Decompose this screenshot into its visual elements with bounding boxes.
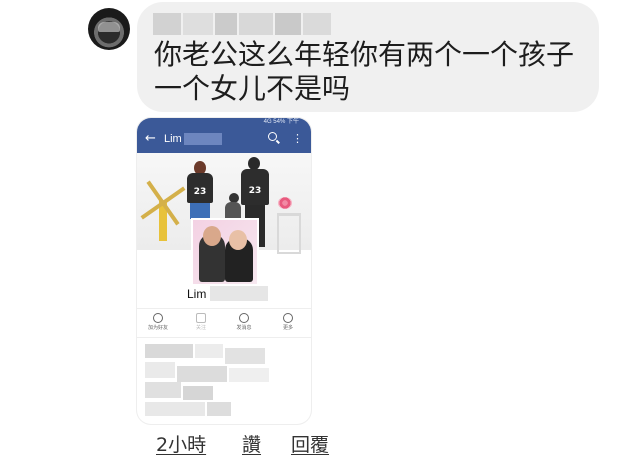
follow-action[interactable]: 关注 xyxy=(186,311,216,331)
comment-bubble: 你老公这么年轻你有两个一个孩子 一个女儿不是吗 xyxy=(137,2,599,112)
comment-text: 你老公这么年轻你有两个一个孩子 一个女儿不是吗 xyxy=(154,38,575,105)
cover-person-woman: 23 xyxy=(187,173,213,203)
more-vertical-icon: ⋮ xyxy=(292,132,303,145)
add-friend-icon xyxy=(153,313,163,323)
flowers-decoration xyxy=(278,197,292,209)
stool-decoration xyxy=(277,213,301,254)
add-friend-action[interactable]: 加为好友 xyxy=(143,311,173,331)
attached-screenshot[interactable]: 4G 54% 下午 ← Lim ⋮ 23 23 Lim 加为好友 关注 发消息 … xyxy=(137,118,311,424)
messenger-icon xyxy=(239,313,249,323)
profile-name-redacted xyxy=(210,286,268,301)
profile-action-bar: 加为好友 关注 发消息 更多 xyxy=(137,308,311,338)
back-arrow-icon: ← xyxy=(145,131,156,146)
cover-person-man: 23 xyxy=(241,169,269,205)
header-name-redacted xyxy=(184,133,222,145)
message-action[interactable]: 发消息 xyxy=(229,311,259,331)
profile-name: Lim xyxy=(187,287,207,301)
header-profile-name: Lim xyxy=(164,133,182,145)
search-icon xyxy=(268,132,277,141)
status-bar: 4G 54% 下午 xyxy=(137,118,311,127)
follow-icon xyxy=(196,313,206,323)
like-link[interactable]: 讚 xyxy=(242,430,261,457)
reply-link[interactable]: 回覆 xyxy=(291,430,329,457)
more-action[interactable]: 更多 xyxy=(273,311,303,331)
commenter-name-redacted[interactable] xyxy=(153,13,333,35)
more-icon xyxy=(283,313,293,323)
comment-timestamp[interactable]: 2小時 xyxy=(156,430,206,457)
app-bar: ← Lim ⋮ xyxy=(137,127,311,153)
profile-picture[interactable] xyxy=(191,218,259,286)
windmill-decoration xyxy=(140,180,186,241)
commenter-avatar[interactable] xyxy=(88,8,130,50)
